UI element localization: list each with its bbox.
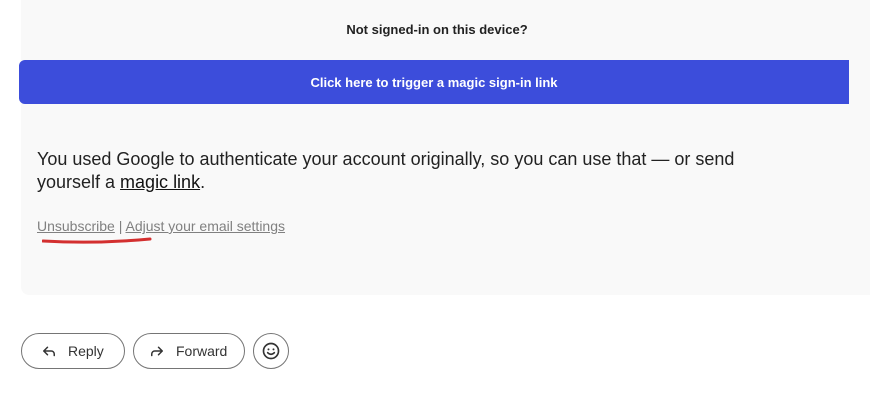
footer-separator: |	[118, 218, 123, 234]
reply-arrow-icon	[43, 346, 55, 357]
reply-button[interactable]: Reply	[21, 333, 125, 369]
magic-link[interactable]: magic link	[120, 172, 200, 192]
footer-links: Unsubscribe | Adjust your email settings	[37, 218, 285, 234]
red-underline-annotation	[42, 237, 152, 244]
magic-sign-in-button[interactable]: Click here to trigger a magic sign-in li…	[19, 60, 849, 104]
forward-label: Forward	[176, 343, 228, 359]
smiley-icon	[262, 342, 280, 360]
email-message: You used Google to authenticate your acc…	[37, 148, 757, 194]
email-settings-link[interactable]: Adjust your email settings	[125, 218, 285, 234]
message-text-end: .	[200, 172, 206, 192]
forward-arrow-icon	[151, 346, 163, 357]
emoji-reaction-button[interactable]	[253, 333, 289, 369]
forward-button[interactable]: Forward	[133, 333, 245, 369]
reply-label: Reply	[68, 343, 104, 359]
unsubscribe-link[interactable]: Unsubscribe	[37, 218, 115, 234]
signed-in-question: Not signed-in on this device?	[346, 22, 528, 37]
